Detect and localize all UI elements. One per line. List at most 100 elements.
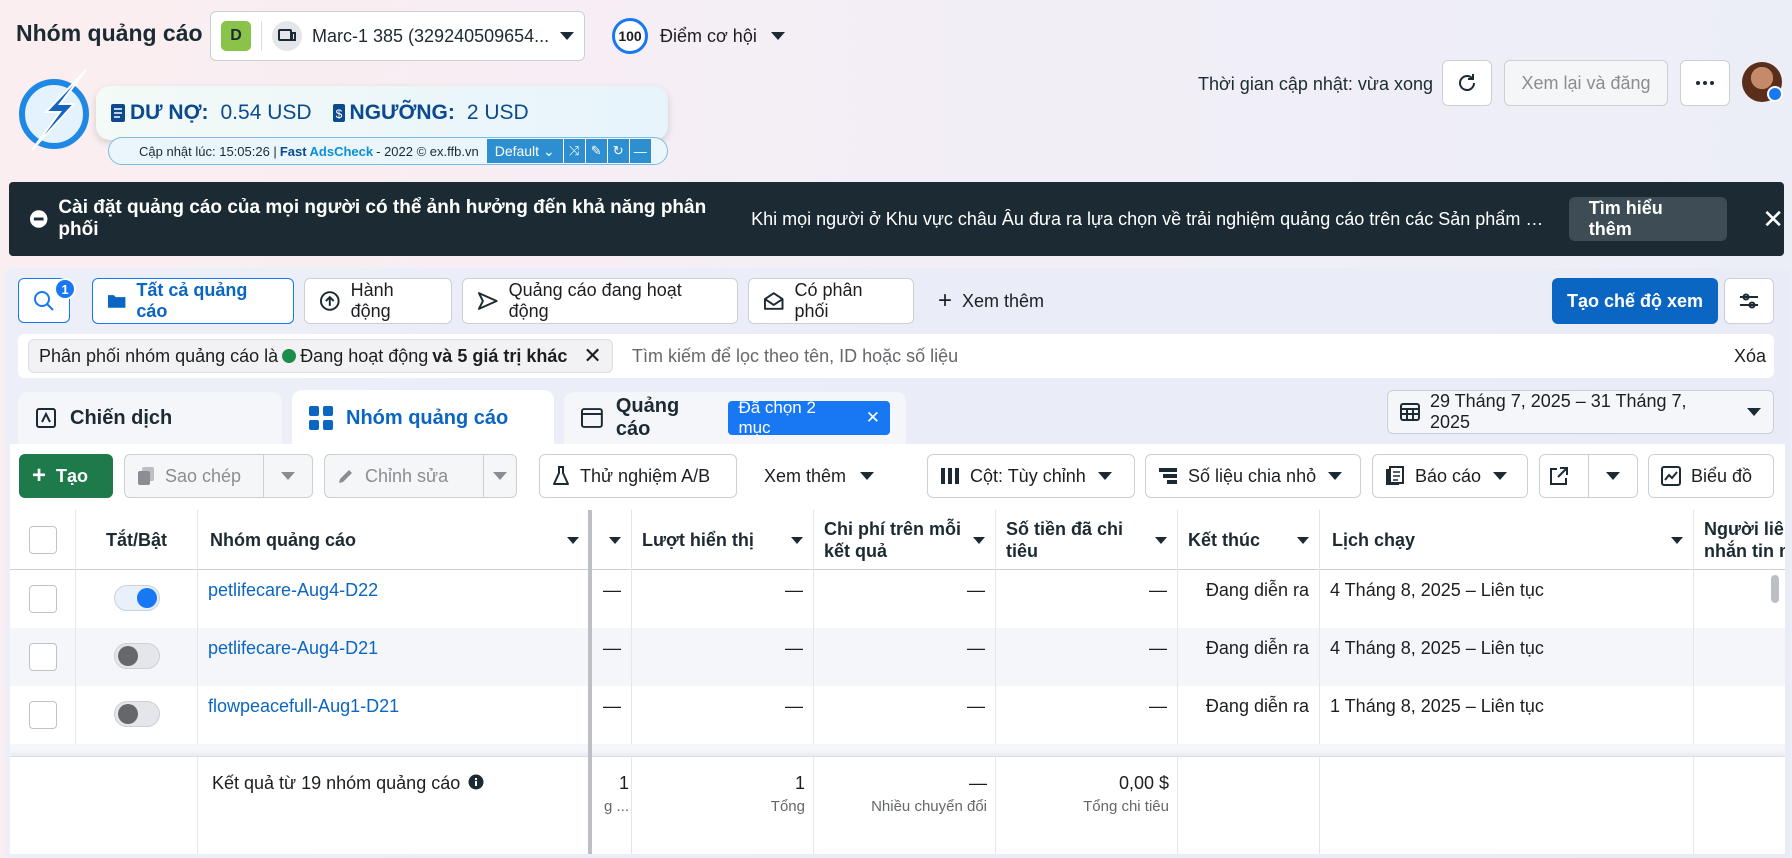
close-icon[interactable]: ✕ [866, 408, 880, 428]
create-button[interactable]: + Tạo [19, 454, 113, 498]
summary-cost-per-result: — Nhiều chuyển đổi [814, 757, 996, 854]
create-label: Tạo [56, 465, 89, 486]
refresh-icon[interactable]: ↻ [606, 139, 629, 163]
toolbar-more-button[interactable]: Xem thêm [752, 454, 888, 498]
copy-button[interactable]: Sao chép [124, 454, 264, 498]
breakdown-label: Số liệu chia nhỏ [1188, 465, 1317, 486]
table-row[interactable]: petlifecare-Aug4-D22 — — — — Đang diễn r… [10, 570, 1785, 628]
vertical-scrollbar[interactable] [1771, 575, 1779, 603]
table-row[interactable]: flowpeacefull-Aug1-D21 — — — — Đang diễn… [10, 686, 1785, 744]
all-ads-label: Tất cả quảng cáo [136, 280, 248, 321]
shuffle-button[interactable]: ⤨ [562, 139, 585, 163]
tab-adsets[interactable]: Nhóm quảng cáo [292, 390, 554, 446]
learn-more-button[interactable]: Tìm hiểu thêm [1568, 197, 1728, 241]
close-icon[interactable]: ✕ [583, 343, 601, 369]
export-button[interactable] [1539, 454, 1589, 498]
col-amount-spent[interactable]: Số tiền đã chi tiêu [996, 510, 1178, 570]
col-messaging-line1: Người liên [1704, 519, 1785, 539]
actions-view[interactable]: Hành động [304, 278, 452, 324]
plus-icon: + [938, 287, 953, 314]
customize-button[interactable] [1724, 278, 1774, 324]
delivery-filter-chip[interactable]: Phân phối nhóm quảng cáo là Đang hoạt độ… [28, 339, 613, 373]
preset-select[interactable]: Default ⌄ [486, 139, 563, 163]
edit-button[interactable]: Chỉnh sửa [324, 454, 484, 498]
summary-ends [1178, 757, 1320, 854]
brand-fast: Fast [279, 143, 307, 159]
breakdown-button[interactable]: Số liệu chia nhỏ [1145, 454, 1361, 498]
ab-test-button[interactable]: Thử nghiệm A/B [539, 454, 737, 498]
lightning-logo-icon [16, 66, 94, 154]
close-icon[interactable]: ✕ [1762, 204, 1784, 235]
summary-spacer [10, 757, 198, 854]
tab-ads[interactable]: Quảng cáo Đã chọn 2 mục ✕ [564, 392, 906, 444]
adsets-table: Tắt/Bật Nhóm quảng cáo Lượt hiển thị Chi… [10, 510, 1785, 854]
filter-chip-prefix: Phân phối nhóm quảng cáo là [39, 345, 279, 366]
clear-filters-button[interactable]: Xóa [1734, 346, 1766, 367]
adset-name-link[interactable]: petlifecare-Aug4-D22 [198, 570, 590, 628]
delivering-view[interactable]: Có phân phối [748, 278, 914, 324]
col-ends[interactable]: Kết thúc [1178, 510, 1320, 570]
tab-ads-label: Quảng cáo [615, 395, 680, 440]
more-options-button[interactable] [1680, 60, 1730, 106]
export-dropdown[interactable] [1588, 454, 1638, 498]
edit-button[interactable]: ✎ [584, 139, 607, 163]
row-toggle-cell [76, 570, 198, 628]
col-messaging[interactable]: Người liênnhắn tin m [1694, 510, 1785, 570]
all-ads-view[interactable]: Tất cả quảng cáo [92, 278, 294, 324]
refresh-button[interactable] [1442, 60, 1492, 106]
calendar-icon [1400, 403, 1420, 421]
send-icon [477, 292, 498, 310]
filter-search-input[interactable]: Tìm kiếm để lọc theo tên, ID hoặc số liệ… [632, 346, 958, 367]
row-checkbox[interactable] [28, 701, 57, 729]
col-impressions[interactable]: Lượt hiển thị [632, 510, 814, 570]
chevron-down-icon [560, 32, 574, 40]
review-publish-button[interactable]: Xem lại và đăng [1504, 60, 1668, 106]
copy-dropdown[interactable] [263, 454, 313, 498]
columns-button[interactable]: Cột: Tùy chỉnh [927, 454, 1135, 498]
selected-chip[interactable]: Đã chọn 2 mục ✕ [728, 398, 890, 437]
row-select-cell [10, 570, 76, 628]
sort-caret-icon [567, 537, 579, 544]
reports-button[interactable]: Báo cáo [1372, 454, 1528, 498]
col-hidden[interactable] [592, 510, 632, 570]
column-freeze-divider[interactable] [588, 510, 592, 854]
active-ads-view[interactable]: Quảng cáo đang hoạt động [462, 278, 738, 324]
col-cost-per-result[interactable]: Chi phí trên mỗi kết quả [814, 510, 996, 570]
cell-cost-per-result: — [814, 628, 996, 686]
status-toggle[interactable] [113, 643, 160, 669]
row-checkbox[interactable] [28, 643, 57, 671]
minimize-button[interactable]: — [628, 139, 651, 163]
col-schedule[interactable]: Lịch chạy [1320, 510, 1694, 570]
see-more-views[interactable]: + Xem thêm [938, 278, 1044, 324]
opportunity-score-label: Điểm cơ hội [660, 25, 757, 46]
charts-button[interactable]: Biểu đồ [1648, 454, 1774, 498]
summary-impressions-value: 1 [794, 773, 805, 793]
edit-dropdown[interactable] [483, 454, 517, 498]
opportunity-score[interactable]: 100 Điểm cơ hội [612, 18, 785, 54]
cell-schedule: 4 Tháng 8, 2025 – Liên tục [1320, 628, 1694, 686]
info-icon[interactable] [468, 774, 484, 790]
adset-name-link[interactable]: flowpeacefull-Aug1-D21 [198, 686, 590, 744]
status-toggle[interactable] [113, 585, 160, 611]
table-row[interactable]: petlifecare-Aug4-D21 — — — — Đang diễn r… [10, 628, 1785, 686]
ad-account-icon [272, 21, 302, 51]
charts-label: Biểu đồ [1691, 465, 1753, 486]
svg-text:$: $ [335, 107, 342, 121]
create-view-button[interactable]: Tạo chế độ xem [1552, 278, 1718, 324]
date-range-picker[interactable]: 29 Tháng 7, 2025 – 31 Tháng 7, 2025 [1387, 390, 1774, 434]
col-name[interactable]: Nhóm quảng cáo [198, 510, 590, 570]
sliders-icon [1740, 293, 1758, 309]
col-toggle[interactable]: Tắt/Bật [76, 510, 198, 570]
upload-circle-icon [319, 291, 340, 311]
pencil-icon [339, 470, 352, 483]
select-all-checkbox[interactable] [28, 526, 57, 554]
adset-name-link[interactable]: petlifecare-Aug4-D21 [198, 628, 590, 686]
account-selector[interactable]: D Marc-1 385 (329240509654... [210, 11, 585, 61]
tab-campaigns[interactable]: Chiến dịch [18, 392, 282, 444]
row-checkbox[interactable] [28, 585, 57, 613]
status-toggle[interactable] [113, 701, 160, 727]
delivering-label: Có phân phối [794, 280, 863, 321]
brand-adscheck: AdsCheck [309, 143, 374, 159]
cell-cost-per-result: — [814, 570, 996, 628]
banner-description: Khi mọi người ở Khu vực châu Âu đưa ra l… [751, 208, 1549, 229]
